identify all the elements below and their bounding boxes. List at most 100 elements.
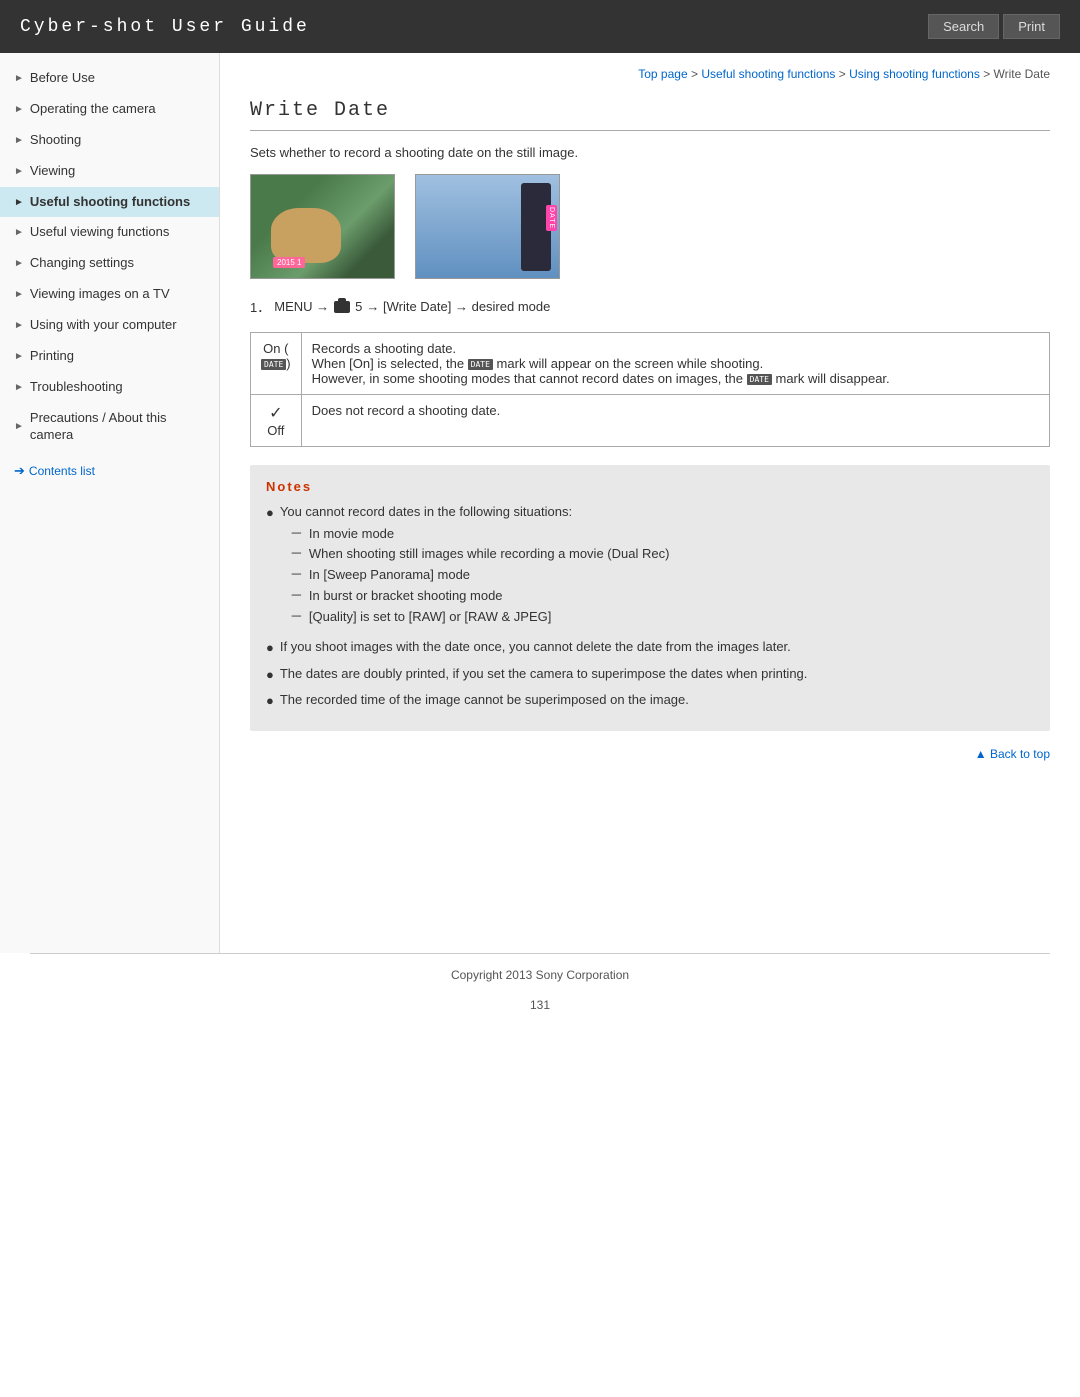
chevron-right-icon: ►: [14, 381, 24, 394]
list-item: ● You cannot record dates in the followi…: [266, 502, 1034, 631]
chevron-right-icon: ►: [14, 319, 24, 332]
menu-step-number: 1．: [250, 297, 270, 316]
chevron-right-icon: ►: [14, 257, 24, 270]
app-title: Cyber-shot User Guide: [20, 17, 310, 37]
page-number: 131: [0, 992, 1080, 1026]
header: Cyber-shot User Guide Search Print: [0, 0, 1080, 53]
arrow-right-icon: ➔: [14, 463, 25, 479]
chevron-right-icon: ►: [14, 72, 24, 85]
breadcrumb: Top page > Useful shooting functions > U…: [250, 67, 1050, 85]
sidebar-item-changing-settings[interactable]: ► Changing settings: [0, 248, 219, 279]
breadcrumb-useful-shooting[interactable]: Useful shooting functions: [701, 67, 835, 81]
sidebar: ► Before Use ► Operating the camera ► Sh…: [0, 53, 220, 953]
dash-icon: －: [290, 524, 303, 545]
list-item: －In [Sweep Panorama] mode: [290, 565, 670, 586]
menu-text-start: MENU →: [274, 299, 329, 314]
list-item: －[Quality] is set to [RAW] or [RAW & JPE…: [290, 607, 670, 628]
chevron-right-icon: ►: [14, 165, 24, 178]
sidebar-item-viewing-tv[interactable]: ► Viewing images on a TV: [0, 279, 219, 310]
sub-list: －In movie mode －When shooting still imag…: [290, 524, 670, 628]
main-layout: ► Before Use ► Operating the camera ► Sh…: [0, 53, 1080, 953]
dash-icon: －: [290, 565, 303, 586]
sidebar-item-label: Changing settings: [30, 255, 134, 272]
sidebar-item-label: Before Use: [30, 70, 95, 87]
menu-text-end: → [Write Date] → desired mode: [366, 299, 550, 314]
note-text: If you shoot images with the date once, …: [280, 637, 791, 657]
sidebar-item-label: Precautions / About this camera: [30, 410, 209, 444]
breadcrumb-top[interactable]: Top page: [638, 67, 687, 81]
list-item: －When shooting still images while record…: [290, 544, 670, 565]
date-badge-inline2: DATE: [747, 374, 772, 385]
date-badge: DATE: [261, 359, 286, 370]
note-text: The dates are doubly printed, if you set…: [280, 664, 808, 684]
table-cell-desc-off: Does not record a shooting date.: [301, 395, 1049, 447]
photo-cat: [250, 174, 395, 279]
sidebar-item-troubleshooting[interactable]: ► Troubleshooting: [0, 372, 219, 403]
sidebar-item-label: Printing: [30, 348, 74, 365]
camera-icon: [334, 301, 350, 313]
table-row: ✓ Off Does not record a shooting date.: [251, 395, 1050, 447]
footer: Copyright 2013 Sony Corporation: [0, 954, 1080, 992]
menu-instruction: 1． MENU → 5 → [Write Date] → desired mod…: [250, 297, 1050, 316]
sidebar-item-useful-shooting[interactable]: ► Useful shooting functions: [0, 187, 219, 218]
sidebar-item-label: Viewing images on a TV: [30, 286, 170, 303]
print-button[interactable]: Print: [1003, 14, 1060, 39]
chevron-right-icon: ►: [14, 226, 24, 239]
chevron-right-icon: ►: [14, 420, 24, 433]
sidebar-item-label: Useful viewing functions: [30, 224, 169, 241]
sidebar-item-operating[interactable]: ► Operating the camera: [0, 94, 219, 125]
back-to-top-link[interactable]: Back to top: [250, 747, 1050, 761]
chevron-right-icon: ►: [14, 288, 24, 301]
bullet-icon: ●: [266, 691, 274, 711]
breadcrumb-using-shooting[interactable]: Using shooting functions: [849, 67, 980, 81]
sidebar-item-label: Useful shooting functions: [30, 194, 190, 211]
photo-device: [415, 174, 560, 279]
notes-title: Notes: [266, 479, 1034, 494]
camera-num: 5: [355, 299, 362, 314]
sidebar-item-before-use[interactable]: ► Before Use: [0, 63, 219, 94]
sidebar-item-label: Viewing: [30, 163, 75, 180]
chevron-right-icon: ►: [14, 350, 24, 363]
table-cell-icon-on: On (DATE): [251, 333, 302, 395]
sidebar-item-computer[interactable]: ► Using with your computer: [0, 310, 219, 341]
list-item: ● The dates are doubly printed, if you s…: [266, 664, 1034, 685]
note-text: You cannot record dates in the following…: [280, 502, 670, 631]
breadcrumb-sep1: >: [691, 67, 701, 81]
chevron-right-icon: ►: [14, 103, 24, 116]
contents-link-label: Contents list: [29, 464, 95, 478]
date-badge-inline1: DATE: [468, 359, 493, 370]
settings-table: On (DATE) Records a shooting date. When …: [250, 332, 1050, 447]
sidebar-item-label: Shooting: [30, 132, 81, 149]
table-cell-icon-off: ✓ Off: [251, 395, 302, 447]
notes-box: Notes ● You cannot record dates in the f…: [250, 465, 1050, 731]
sidebar-item-label: Using with your computer: [30, 317, 177, 334]
sidebar-item-label: Troubleshooting: [30, 379, 123, 396]
sidebar-item-useful-viewing[interactable]: ► Useful viewing functions: [0, 217, 219, 248]
bullet-icon: ●: [266, 638, 274, 658]
notes-list: ● You cannot record dates in the followi…: [266, 502, 1034, 711]
sidebar-item-viewing[interactable]: ► Viewing: [0, 156, 219, 187]
table-row: On (DATE) Records a shooting date. When …: [251, 333, 1050, 395]
search-button[interactable]: Search: [928, 14, 999, 39]
chevron-right-icon: ►: [14, 196, 24, 209]
on-icon: On (DATE): [261, 341, 291, 371]
bullet-icon: ●: [266, 665, 274, 685]
images-row: [250, 174, 1050, 279]
note-text: The recorded time of the image cannot be…: [280, 690, 689, 710]
list-item: －In movie mode: [290, 524, 670, 545]
sidebar-item-printing[interactable]: ► Printing: [0, 341, 219, 372]
contents-list-link[interactable]: ➔ Contents list: [0, 455, 219, 487]
checkmark-icon: ✓: [269, 405, 282, 422]
breadcrumb-current: Write Date: [994, 67, 1050, 81]
header-buttons: Search Print: [928, 14, 1060, 39]
content-area: Top page > Useful shooting functions > U…: [220, 53, 1080, 953]
dash-icon: －: [290, 607, 303, 628]
bullet-icon: ●: [266, 503, 274, 523]
chevron-right-icon: ►: [14, 134, 24, 147]
list-item: ● The recorded time of the image cannot …: [266, 690, 1034, 711]
list-item: ● If you shoot images with the date once…: [266, 637, 1034, 658]
dash-icon: －: [290, 586, 303, 607]
sidebar-item-shooting[interactable]: ► Shooting: [0, 125, 219, 156]
page-title: Write Date: [250, 99, 1050, 131]
sidebar-item-precautions[interactable]: ► Precautions / About this camera: [0, 403, 219, 451]
